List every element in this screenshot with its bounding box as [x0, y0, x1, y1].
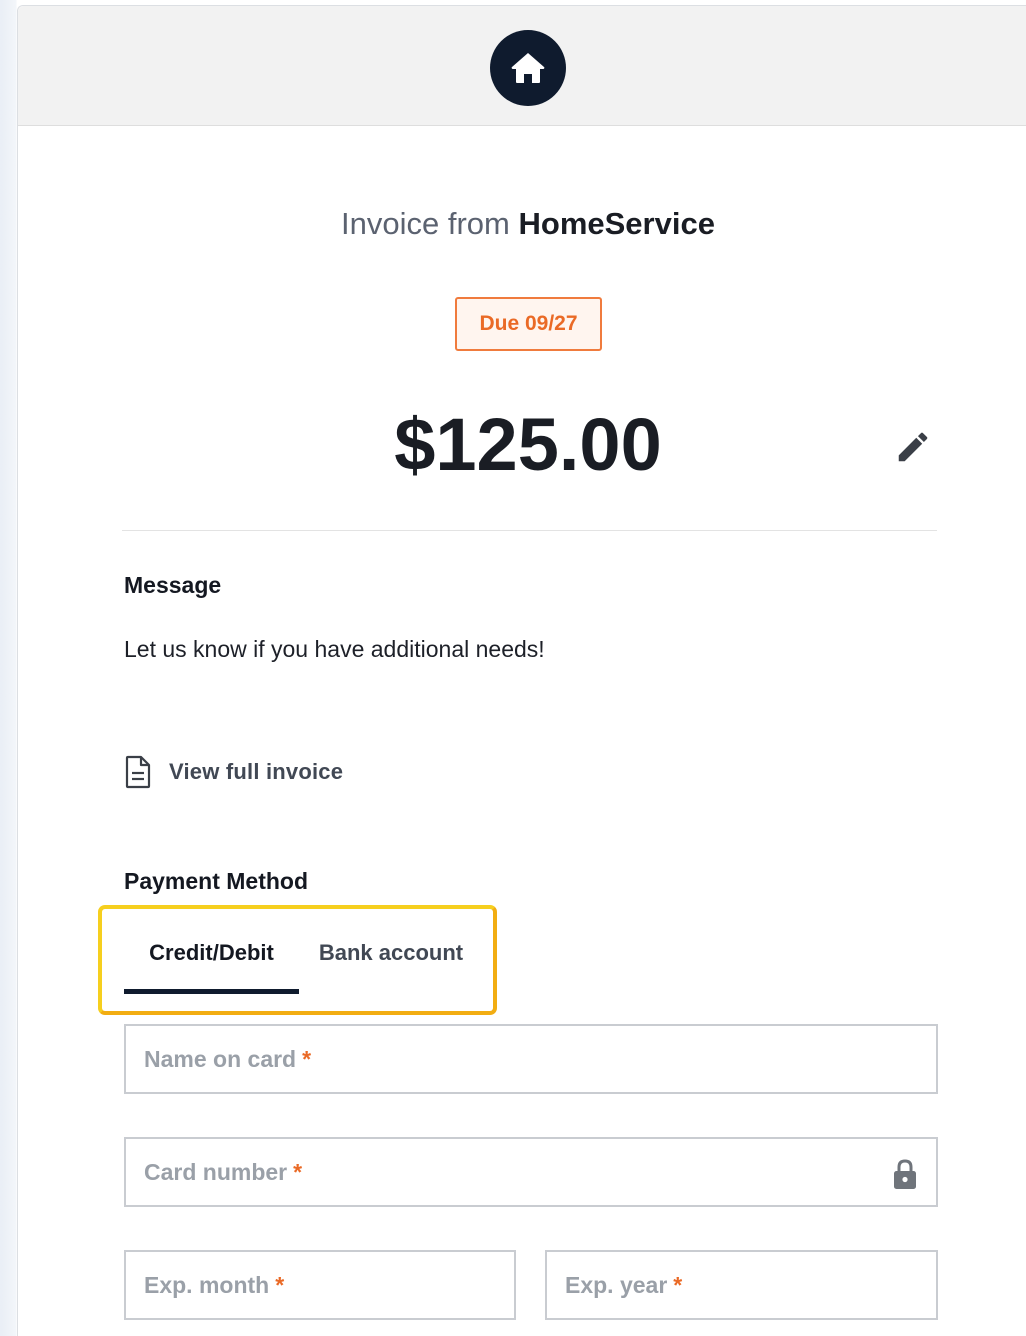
- tab-credit-debit[interactable]: Credit/Debit: [124, 930, 299, 994]
- card-number-input[interactable]: [126, 1139, 936, 1205]
- tab-bank-account[interactable]: Bank account: [309, 930, 473, 994]
- exp-month-field[interactable]: Exp. month *: [124, 1250, 516, 1320]
- name-on-card-input[interactable]: [126, 1026, 936, 1092]
- home-logo[interactable]: [490, 30, 566, 106]
- view-full-invoice-label: View full invoice: [169, 759, 344, 784]
- edit-amount-button[interactable]: [890, 424, 936, 470]
- business-name: HomeService: [518, 206, 715, 241]
- page-header: [18, 6, 1026, 126]
- lock-icon: [894, 1159, 916, 1189]
- divider: [122, 530, 937, 531]
- invoice-from-label: Invoice from: [341, 206, 510, 241]
- due-date-badge: Due 09/27: [455, 297, 602, 351]
- home-icon: [511, 53, 545, 83]
- invoice-heading: Invoice from HomeService: [18, 206, 1026, 242]
- exp-month-input[interactable]: [126, 1252, 514, 1318]
- exp-year-field[interactable]: Exp. year *: [545, 1250, 938, 1320]
- invoice-card: Invoice from HomeService Due 09/27 $125.…: [17, 5, 1026, 1336]
- payment-method-title: Payment Method: [124, 868, 309, 894]
- message-title: Message: [124, 572, 222, 598]
- card-number-field[interactable]: Card number *: [124, 1137, 938, 1207]
- document-icon: [125, 755, 151, 789]
- invoice-amount: $125.00: [394, 403, 662, 486]
- message-text: Let us know if you have additional needs…: [124, 636, 545, 662]
- view-full-invoice-link[interactable]: View full invoice: [124, 754, 343, 790]
- pencil-icon: [898, 432, 928, 462]
- name-on-card-field[interactable]: Name on card *: [124, 1024, 938, 1094]
- exp-year-input[interactable]: [547, 1252, 936, 1318]
